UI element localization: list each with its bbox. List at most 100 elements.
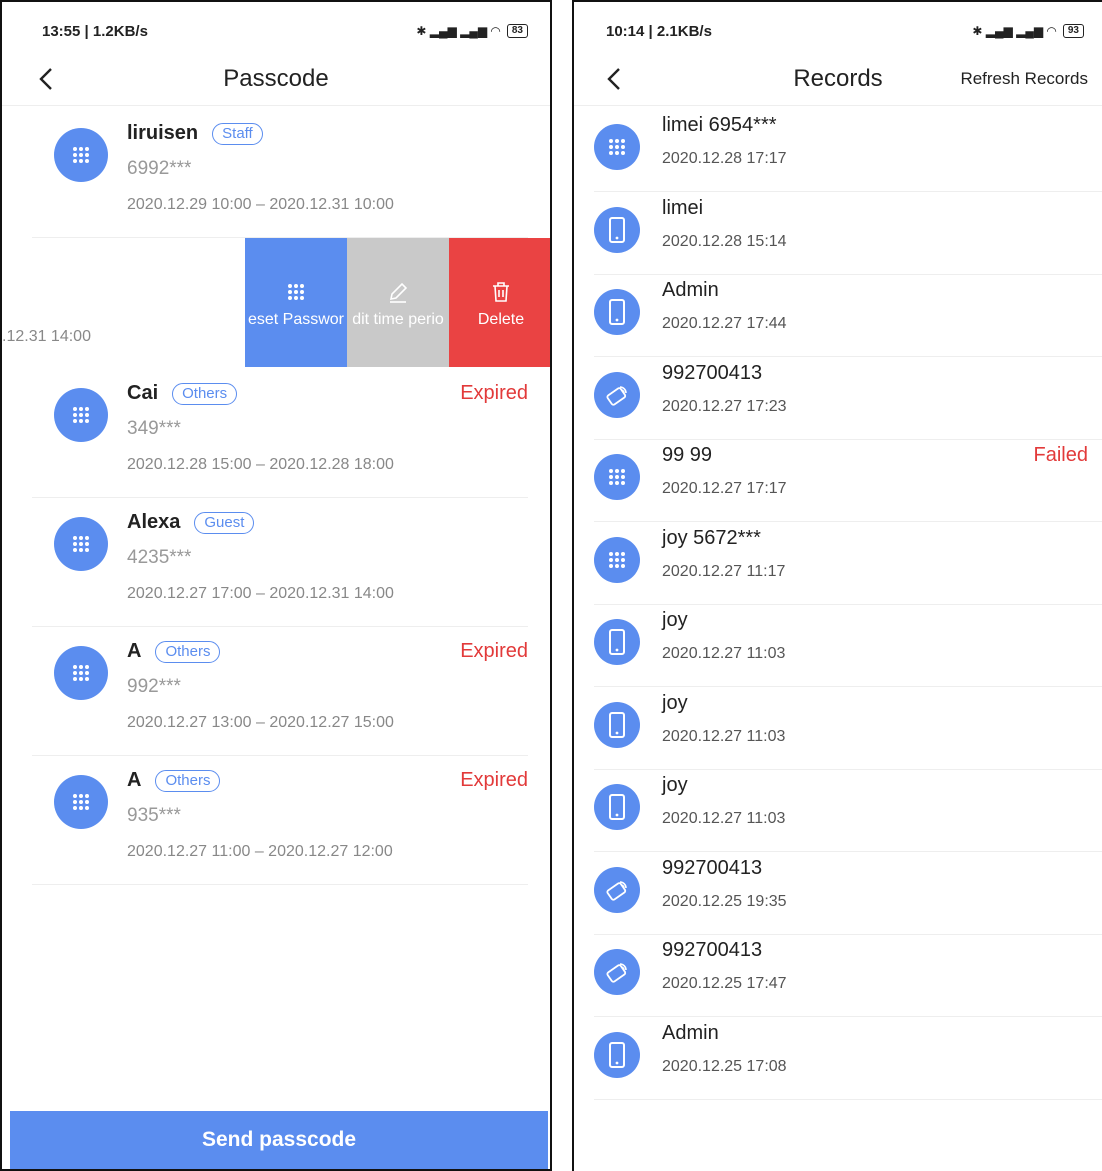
battery-icon: 93 — [1062, 24, 1084, 38]
swiped-passcode-row[interactable]: .12.31 14:00 eset Passwor dit time perio… — [2, 238, 550, 367]
record-row[interactable]: joy 2020.12.27 11:03 — [594, 770, 1102, 852]
keypad-icon — [54, 775, 108, 829]
refresh-records-button[interactable]: Refresh Records — [960, 69, 1088, 89]
role-tag: Staff — [212, 122, 263, 145]
delete-label: Delete — [477, 310, 525, 328]
status-icons: ✱ ▂▄▆ ▂▄▆ ◠ 93 — [972, 24, 1084, 38]
record-time: 2020.12.27 11:03 — [662, 727, 786, 745]
record-row[interactable]: Admin 2020.12.27 17:44 — [594, 275, 1102, 357]
status-icons: ✱ ▂▄▆ ▂▄▆ ◠ 83 — [416, 24, 528, 38]
record-time: 2020.12.27 11:17 — [662, 562, 786, 580]
keypad-icon — [594, 454, 640, 500]
reset-password-button[interactable]: eset Passwor — [245, 238, 347, 367]
passcode-code: 4235*** — [127, 547, 192, 568]
record-time: 2020.12.27 17:23 — [662, 397, 787, 415]
record-time: 2020.12.27 17:44 — [662, 315, 787, 332]
role-tag: Others — [172, 382, 238, 405]
phone-icon — [594, 619, 640, 665]
trash-icon — [491, 277, 511, 307]
passcode-code: 349*** — [127, 418, 181, 439]
record-time: 2020.12.25 17:08 — [662, 1057, 787, 1075]
passcode-period: .12.31 14:00 — [2, 328, 91, 345]
send-passcode-button[interactable]: Send passcode — [10, 1111, 548, 1169]
record-name: 99 99 — [662, 444, 713, 466]
edit-time-period-label: dit time perio — [352, 310, 444, 328]
record-row[interactable]: 99 99 2020.12.27 17:17 Failed — [594, 440, 1102, 522]
passcode-code: 935*** — [127, 805, 181, 826]
passcode-header: A Others — [127, 640, 221, 663]
record-time: 2020.12.25 17:47 — [662, 975, 787, 992]
passcode-name: A — [127, 769, 142, 791]
role-tag: Others — [155, 769, 221, 792]
record-name: Admin — [662, 279, 719, 301]
passcode-row[interactable]: A Others 992*** 2020.12.27 13:00 – 2020.12.… — [32, 626, 528, 756]
record-row[interactable]: limei 6954*** 2020.12.28 17:17 — [594, 110, 1102, 192]
passcode-code: 992*** — [127, 676, 181, 697]
records-screen: 10:14 | 2.1KB/s ✱ ▂▄▆ ▂▄▆ ◠ 93 Records R… — [572, 0, 1102, 1171]
record-time: 2020.12.28 15:14 — [662, 232, 787, 250]
signal-icons: ✱ ▂▄▆ ▂▄▆ ◠ — [972, 24, 1057, 38]
record-name: 992700413 — [662, 939, 763, 961]
phone-icon — [594, 701, 640, 748]
passcode-header: Cai Others — [127, 382, 238, 405]
record-name: limei 6954*** — [662, 114, 777, 136]
passcode-period: 2020.12.29 10:00 – 2020.12.31 10:00 — [127, 196, 394, 213]
reset-password-label: eset Passwor — [247, 310, 345, 328]
record-time: 2020.12.27 17:17 — [662, 480, 787, 497]
record-name: Admin — [662, 1021, 719, 1044]
role-tag: Guest — [194, 511, 255, 534]
delete-button[interactable]: Delete — [449, 238, 550, 367]
phone-icon — [594, 289, 640, 335]
passcode-name: Alexa — [127, 511, 181, 533]
record-time: 2020.12.27 11:03 — [662, 645, 786, 662]
nav-bar: Records Refresh Records — [574, 52, 1102, 106]
record-row[interactable]: limei 2020.12.28 15:14 — [594, 193, 1102, 275]
record-name: limei — [662, 196, 704, 219]
record-name: joy — [662, 774, 688, 796]
record-row[interactable]: joy 2020.12.27 11:03 — [594, 605, 1102, 687]
passcode-header: liruisen Staff — [127, 122, 263, 145]
battery-icon: 83 — [506, 24, 528, 38]
record-row[interactable]: 992700413 2020.12.27 17:23 — [594, 358, 1102, 440]
expired-badge: Expired — [460, 382, 528, 404]
phone-icon — [594, 784, 640, 830]
passcode-name: A — [127, 640, 142, 662]
passcode-row[interactable]: Alexa Guest 4235*** 2020.12.27 17:00 – 2020… — [32, 497, 528, 627]
passcode-header: A Others — [127, 769, 221, 792]
status-time: 10:14 | 2.1KB/s — [606, 22, 712, 40]
back-icon[interactable] — [604, 52, 624, 106]
edit-time-period-button[interactable]: dit time perio — [347, 238, 449, 367]
record-name: 992700413 — [662, 856, 763, 879]
phone-icon — [594, 1031, 640, 1078]
keypad-icon — [54, 646, 108, 700]
phone-icon — [594, 206, 640, 253]
passcode-period: 2020.12.27 17:00 – 2020.12.31 14:00 — [127, 585, 394, 602]
record-row[interactable]: 992700413 2020.12.25 19:35 — [594, 853, 1102, 935]
passcode-row[interactable]: liruisen Staff 6992*** 2020.12.29 10:00 – 2… — [32, 108, 528, 238]
keypad-icon — [286, 277, 306, 307]
role-tag: Others — [155, 640, 221, 663]
card-icon — [594, 371, 640, 418]
record-name: joy — [662, 609, 688, 631]
passcode-period: 2020.12.27 11:00 – 2020.12.27 12:00 — [127, 843, 393, 860]
passcode-row[interactable]: A Others 935*** 2020.12.27 11:00 – 2020.12.… — [32, 755, 528, 885]
failed-badge: Failed — [1033, 444, 1088, 466]
record-time: 2020.12.27 11:03 — [662, 810, 786, 827]
back-icon[interactable] — [36, 52, 56, 106]
passcode-header: Alexa Guest — [127, 511, 255, 534]
passcode-row[interactable]: Cai Others 349*** 2020.12.28 15:00 – 2020.1… — [32, 368, 528, 498]
signal-icons: ✱ ▂▄▆ ▂▄▆ ◠ — [416, 24, 501, 38]
record-name: joy — [662, 691, 688, 714]
record-time: 2020.12.25 19:35 — [662, 892, 787, 910]
status-time: 13:55 | 1.2KB/s — [42, 22, 148, 40]
pencil-icon — [387, 277, 409, 307]
record-row[interactable]: joy 5672*** 2020.12.27 11:17 — [594, 523, 1102, 605]
record-name: 992700413 — [662, 361, 763, 384]
passcode-name: Cai — [127, 382, 159, 404]
record-row[interactable]: joy 2020.12.27 11:03 — [594, 688, 1102, 770]
passcode-code: 6992*** — [127, 158, 192, 179]
page-title: Passcode — [223, 64, 329, 92]
record-row[interactable]: 992700413 2020.12.25 17:47 — [594, 935, 1102, 1017]
record-row[interactable]: Admin 2020.12.25 17:08 — [594, 1018, 1102, 1100]
passcode-period: 2020.12.27 13:00 – 2020.12.27 15:00 — [127, 714, 394, 731]
